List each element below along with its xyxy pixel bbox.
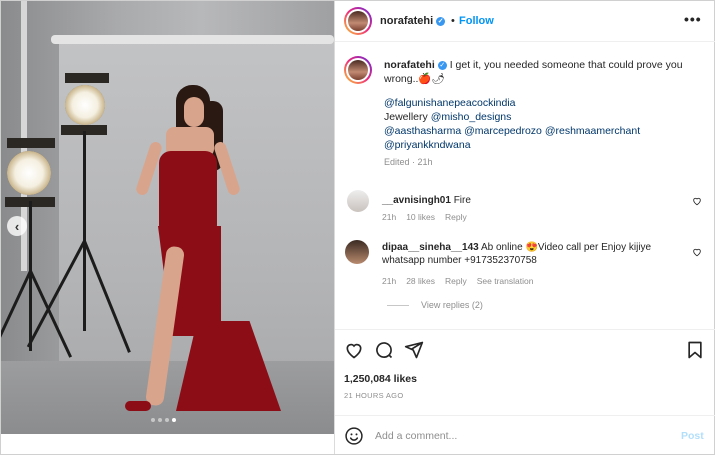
- post-header: norafatehi ✓ • Follow •••: [335, 1, 715, 42]
- caption: norafatehi ✓ I get it, you needed someone…: [384, 59, 683, 167]
- chevron-left-icon: ‹: [14, 218, 20, 234]
- see-translation-button[interactable]: See translation: [477, 276, 534, 286]
- comment-meta: 21h 28 likes Reply See translation: [382, 276, 533, 286]
- studio-light-upper: [65, 85, 105, 125]
- like-comment-heart-icon[interactable]: [692, 247, 702, 260]
- carousel-dots: [151, 418, 176, 422]
- comment-likes[interactable]: 28 likes: [406, 276, 435, 286]
- comment-reply-button[interactable]: Reply: [445, 276, 467, 286]
- verified-badge-icon: ✓: [437, 60, 447, 70]
- studio-light-lower: [7, 151, 51, 195]
- post-comment-button[interactable]: Post: [681, 430, 704, 442]
- comment-input[interactable]: Add a comment...: [375, 430, 457, 442]
- post-photo[interactable]: ‹: [1, 1, 334, 434]
- caption-username[interactable]: norafatehi: [384, 59, 435, 71]
- comments-area[interactable]: norafatehi ✓ I get it, you needed someone…: [335, 42, 715, 329]
- carousel-dot: [165, 418, 169, 422]
- comment: dipaa__sineha__143 Ab online 😍Video call…: [382, 241, 682, 267]
- comment-reply-button[interactable]: Reply: [445, 212, 467, 222]
- caption-tag[interactable]: @priyankkndwana: [384, 139, 471, 151]
- carousel-dot: [151, 418, 155, 422]
- light-barn-door: [65, 73, 109, 83]
- follow-button[interactable]: Follow: [459, 15, 494, 27]
- avatar[interactable]: [345, 240, 369, 264]
- verified-badge-icon: ✓: [436, 16, 446, 26]
- caption-tag[interactable]: @marcepedrozo: [464, 125, 542, 137]
- carousel-dot-active: [172, 418, 176, 422]
- caption-edited: Edited: [384, 157, 410, 167]
- comment: __avnisingh01 Fire: [382, 194, 682, 207]
- model-face: [184, 97, 204, 127]
- tripod-leg: [83, 131, 86, 331]
- comment-username[interactable]: dipaa__sineha__143: [382, 242, 479, 253]
- header-username[interactable]: norafatehi ✓: [380, 15, 446, 27]
- like-heart-icon[interactable]: [344, 340, 366, 362]
- caption-tag[interactable]: @reshmaamerchant: [545, 125, 640, 137]
- bookmark-save-icon[interactable]: [685, 340, 707, 362]
- caption-avatar[interactable]: [344, 56, 372, 84]
- comment-likes[interactable]: 10 likes: [406, 212, 435, 222]
- avatar[interactable]: [344, 7, 372, 35]
- backdrop-roll: [51, 35, 334, 44]
- add-comment-bar: Add a comment... Post: [335, 415, 715, 455]
- caption-jewellery-label: Jewellery: [384, 111, 428, 123]
- prev-photo-button[interactable]: ‹: [7, 216, 27, 236]
- share-send-icon[interactable]: [404, 340, 426, 362]
- emoji-icon[interactable]: [344, 426, 364, 451]
- posted-time[interactable]: 21 HOURS AGO: [344, 391, 403, 400]
- caption-tag[interactable]: @misho_designs: [431, 111, 512, 123]
- likes-count[interactable]: 1,250,084 likes: [344, 373, 417, 385]
- header-username-text[interactable]: norafatehi: [380, 15, 433, 27]
- like-comment-heart-icon[interactable]: [692, 196, 702, 209]
- comment-meta: 21h 10 likes Reply: [382, 212, 467, 222]
- view-replies-label[interactable]: View replies (2): [421, 300, 483, 310]
- carousel-dot: [158, 418, 162, 422]
- light-barn-door: [7, 138, 55, 148]
- caption-tag[interactable]: @aasthasharma: [384, 125, 461, 137]
- replies-divider: [387, 304, 409, 306]
- post-dialog: ‹ norafatehi ✓ • Follow ••• norafatehi ✓ I…: [0, 0, 715, 455]
- red-dress-bodice: [159, 151, 217, 231]
- post-actions: 1,250,084 likes 21 HOURS AGO: [335, 329, 715, 400]
- post-side-panel: norafatehi ✓ • Follow ••• norafatehi ✓ I g…: [334, 1, 715, 454]
- comment-time: 21h: [382, 212, 397, 222]
- comment-time: 21h: [382, 276, 397, 286]
- caption-time: 21h: [417, 157, 433, 167]
- view-replies-button[interactable]: View replies (2): [387, 300, 483, 310]
- comment-text: Fire: [453, 195, 471, 206]
- separator-dot: •: [451, 15, 455, 27]
- red-shoe: [125, 401, 151, 411]
- comment-username[interactable]: __avnisingh01: [382, 195, 451, 206]
- avatar[interactable]: [347, 190, 369, 212]
- caption-tag[interactable]: @falgunishanepeacockindia: [384, 97, 516, 109]
- comment-bubble-icon[interactable]: [374, 340, 396, 362]
- more-options-icon[interactable]: •••: [684, 11, 702, 27]
